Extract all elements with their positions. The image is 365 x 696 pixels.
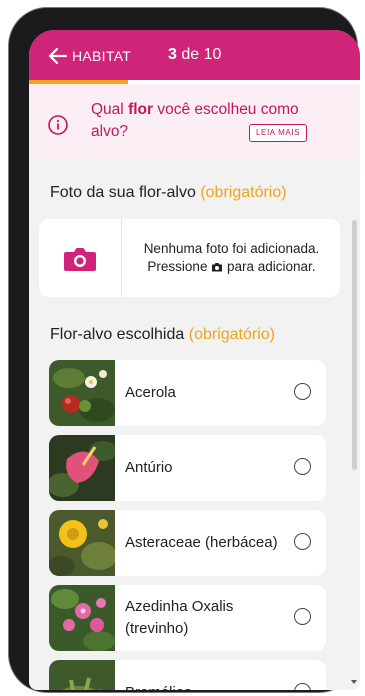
app-screen: HABITAT 3 de 10 Qual flor você escolheu … (29, 30, 360, 690)
photo-card[interactable]: Nenhuma foto foi adicionada. Pressione p… (39, 219, 340, 297)
list-item-label: Asteraceae (herbácea) (125, 534, 278, 551)
list-item-acerola[interactable]: Acerola (49, 360, 326, 426)
step-counter: 3 de 10 (168, 46, 221, 64)
list-item-anturio[interactable]: Antúrio (49, 435, 326, 501)
required-label: (obrigatório) (188, 326, 275, 343)
scroll-down-arrow-icon[interactable] (351, 680, 357, 684)
azedinha-photo (49, 585, 115, 651)
step-current: 3 (168, 46, 177, 63)
list-item-azedinha[interactable]: Azedinha Oxalis (trevinho) (49, 585, 326, 651)
no-photo-line-1: Nenhuma foto foi adicionada. (143, 241, 320, 256)
list-item-label: Azedinha Oxalis (trevinho) (125, 598, 234, 637)
add-photo-button[interactable] (39, 219, 122, 297)
arrow-left-icon[interactable] (48, 46, 68, 66)
photo-section-title: Foto da sua flor-alvo (obrigatório) (50, 184, 287, 202)
phone-frame: HABITAT 3 de 10 Qual flor você escolheu … (9, 8, 360, 692)
no-photo-line-2-end: para adicionar. (227, 259, 316, 274)
read-more-button[interactable]: LEIA MAIS (249, 124, 308, 142)
radio-button[interactable] (294, 383, 311, 400)
required-label: (obrigatório) (200, 184, 287, 201)
camera-icon[interactable] (63, 246, 97, 272)
list-item-label: Acerola (125, 384, 176, 401)
flower-section-title-text: Flor-alvo escolhida (50, 326, 185, 343)
list-item-bromelias[interactable]: Bromélias (49, 660, 326, 690)
radio-button[interactable] (294, 458, 311, 475)
radio-button[interactable] (294, 533, 311, 550)
app-bar: HABITAT 3 de 10 (29, 30, 360, 84)
no-photo-message: Nenhuma foto foi adicionada. Pressione p… (129, 240, 334, 276)
info-icon (48, 115, 68, 135)
small-camera-icon (212, 263, 223, 272)
scrollbar[interactable] (352, 220, 357, 470)
acerola-photo (49, 360, 115, 426)
scroll-area[interactable]: Foto da sua flor-alvo (obrigatório) Nenh… (29, 162, 360, 690)
question-text-bold: flor (128, 101, 154, 118)
list-item-label: Antúrio (125, 459, 173, 476)
photo-section-title-text: Foto da sua flor-alvo (50, 184, 196, 201)
list-item-label: Bromélias (125, 682, 285, 690)
no-photo-line-2: Pressione para adicionar. (129, 258, 334, 276)
no-photo-line-2-start: Pressione (147, 259, 208, 274)
list-item-asteraceae[interactable]: Asteraceae (herbácea) (49, 510, 326, 576)
anturio-photo (49, 435, 115, 501)
question-banner: Qual flor você escolheu como alvo? LEIA … (29, 84, 360, 162)
radio-button[interactable] (294, 608, 311, 625)
bromelias-photo (49, 660, 115, 690)
step-total: de 10 (176, 46, 222, 63)
radio-button[interactable] (294, 683, 311, 690)
question-text-part: Qual (91, 101, 129, 118)
flower-section-title: Flor-alvo escolhida (obrigatório) (50, 326, 275, 344)
asteraceae-photo (49, 510, 115, 576)
back-button-label[interactable]: HABITAT (72, 48, 131, 64)
